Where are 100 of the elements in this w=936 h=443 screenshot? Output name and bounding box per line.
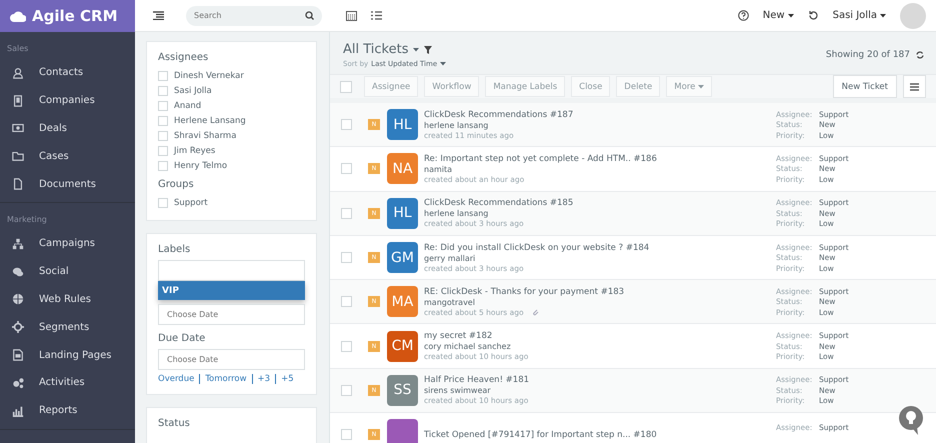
caret-icon — [698, 84, 704, 88]
person-icon — [12, 66, 24, 79]
caret-icon[interactable] — [413, 48, 420, 52]
date-field[interactable]: Choose Date — [158, 304, 305, 325]
checkbox[interactable] — [158, 116, 168, 126]
history-icon[interactable] — [808, 10, 819, 21]
section-title: Status — [158, 418, 191, 429]
row-checkbox[interactable] — [341, 208, 352, 219]
lightbulb-icon[interactable] — [898, 405, 924, 435]
file-icon — [12, 178, 24, 190]
contact-name: cory michael sanchez — [424, 342, 512, 352]
row-checkbox[interactable] — [341, 429, 352, 440]
checkbox-label: Support — [174, 198, 208, 208]
checkbox[interactable] — [158, 160, 168, 170]
initials-avatar: CM — [387, 330, 418, 362]
checkbox[interactable] — [158, 70, 168, 80]
sidebar-item[interactable]: Companies — [0, 86, 135, 115]
refresh-icon[interactable] — [916, 51, 924, 59]
checkbox-label: Sasi Jolla — [174, 86, 212, 96]
labels-input[interactable] — [158, 260, 305, 281]
checkbox[interactable] — [158, 86, 168, 96]
chart-icon — [12, 404, 24, 417]
date-link[interactable]: +5 — [281, 374, 294, 384]
money-icon — [12, 122, 24, 134]
date-link[interactable]: Tomorrow — [205, 374, 247, 384]
help-icon[interactable] — [738, 10, 749, 21]
sidebar-item[interactable]: Social — [0, 258, 135, 286]
section-title: Groups — [158, 179, 195, 190]
checkbox[interactable] — [158, 198, 168, 208]
checkbox-label: Dinesh Vernekar — [174, 70, 244, 80]
checkbox[interactable] — [158, 146, 168, 156]
initials-avatar: HL — [387, 109, 418, 140]
initials-avatar: SS — [387, 374, 418, 406]
ticket-subject[interactable]: Half Price Heaven! #181 — [424, 375, 776, 386]
menu-button[interactable] — [903, 75, 926, 98]
sidebar-item[interactable]: Campaigns — [0, 230, 135, 258]
checkbox[interactable] — [158, 130, 168, 140]
search-field[interactable]: Search — [186, 6, 322, 26]
contact-name: sirens swimwear — [424, 386, 492, 396]
menu-icon[interactable] — [153, 11, 164, 20]
sidebar-item[interactable]: Cases — [0, 142, 135, 170]
date-link[interactable]: +3 — [258, 374, 270, 384]
section-title: Labels — [158, 244, 192, 255]
ticket-subject[interactable]: ClickDesk Recommendations #187 — [424, 110, 776, 120]
sidebar-item[interactable]: Reports — [0, 396, 135, 425]
menu-icon — [910, 82, 919, 90]
contact-name: namita — [424, 164, 454, 174]
sidebar-item[interactable]: Activities — [0, 368, 135, 397]
sidebar-item[interactable]: Web Rules — [0, 286, 135, 314]
caret-icon[interactable] — [788, 14, 794, 18]
initials-avatar: MA — [387, 286, 418, 318]
row-checkbox[interactable] — [341, 252, 352, 264]
ticket-subject[interactable]: RE: ClickDesk - Thanks for your payment #183 — [424, 286, 776, 297]
ticket-subject[interactable]: Ticket Opened [#791417] for Important step n... #180 — [424, 430, 776, 440]
sidebar-item[interactable]: Contacts — [0, 59, 135, 87]
section-title: Sales — [6, 43, 30, 55]
globe-icon — [12, 293, 24, 306]
ticket-subject[interactable]: ClickDesk Recommendations #185 — [424, 198, 776, 208]
list-title[interactable]: All Tickets — [343, 42, 408, 57]
section-title: Marketing — [6, 214, 48, 226]
building-icon — [12, 94, 24, 107]
row-checkbox[interactable] — [341, 163, 352, 174]
calendar-icon[interactable] — [346, 10, 357, 21]
new-menu[interactable]: New — [762, 10, 794, 21]
caret-icon[interactable] — [880, 14, 886, 18]
checkbox-label: Herlene Lansang — [174, 116, 246, 126]
crosshair-icon — [12, 321, 24, 334]
initials-avatar: GM — [387, 242, 418, 274]
caret-icon[interactable] — [440, 62, 446, 66]
row-checkbox[interactable] — [341, 384, 352, 396]
dropdown-option[interactable]: VIP — [158, 281, 305, 300]
user-avatar[interactable] — [900, 2, 926, 28]
initials-avatar: HL — [387, 198, 418, 229]
user-menu[interactable]: Sasi Jolla — [832, 10, 886, 21]
filter-icon[interactable] — [424, 46, 432, 54]
chat-icon — [12, 266, 24, 278]
date-link[interactable]: Overdue — [158, 374, 194, 384]
page-icon — [12, 349, 24, 362]
ticket-subject[interactable]: Re: Did you install ClickDesk on your website ? #184 — [424, 242, 776, 253]
search-icon[interactable] — [305, 11, 314, 20]
sidebar-item[interactable]: Deals — [0, 114, 135, 142]
checkbox-label: Shravi Sharma — [174, 130, 236, 140]
result-count: Showing 20 of 187 — [826, 50, 910, 60]
cloud-icon — [10, 10, 26, 22]
row-checkbox[interactable] — [341, 296, 352, 308]
sidebar-item[interactable]: Documents — [0, 170, 135, 198]
date-field[interactable]: Choose Date — [158, 349, 305, 370]
row-checkbox[interactable] — [341, 119, 352, 130]
select-all-checkbox[interactable] — [340, 80, 352, 92]
list-icon[interactable] — [371, 11, 382, 20]
ticket-subject[interactable]: my secret #182 — [424, 331, 776, 342]
row-checkbox[interactable] — [341, 340, 352, 352]
sidebar-item[interactable]: Segments — [0, 313, 135, 342]
new-ticket-button[interactable]: New Ticket — [832, 75, 897, 98]
sidebar-item[interactable]: Landing Pages — [0, 341, 135, 369]
ticket-subject[interactable]: Re: Important step not yet complete - Add HTM.. #186 — [424, 154, 776, 164]
section-title: Due Date — [158, 333, 206, 344]
checkbox[interactable] — [158, 100, 168, 110]
section-title: Assignees — [158, 52, 210, 63]
contact-name: herlene lansang — [424, 120, 490, 130]
